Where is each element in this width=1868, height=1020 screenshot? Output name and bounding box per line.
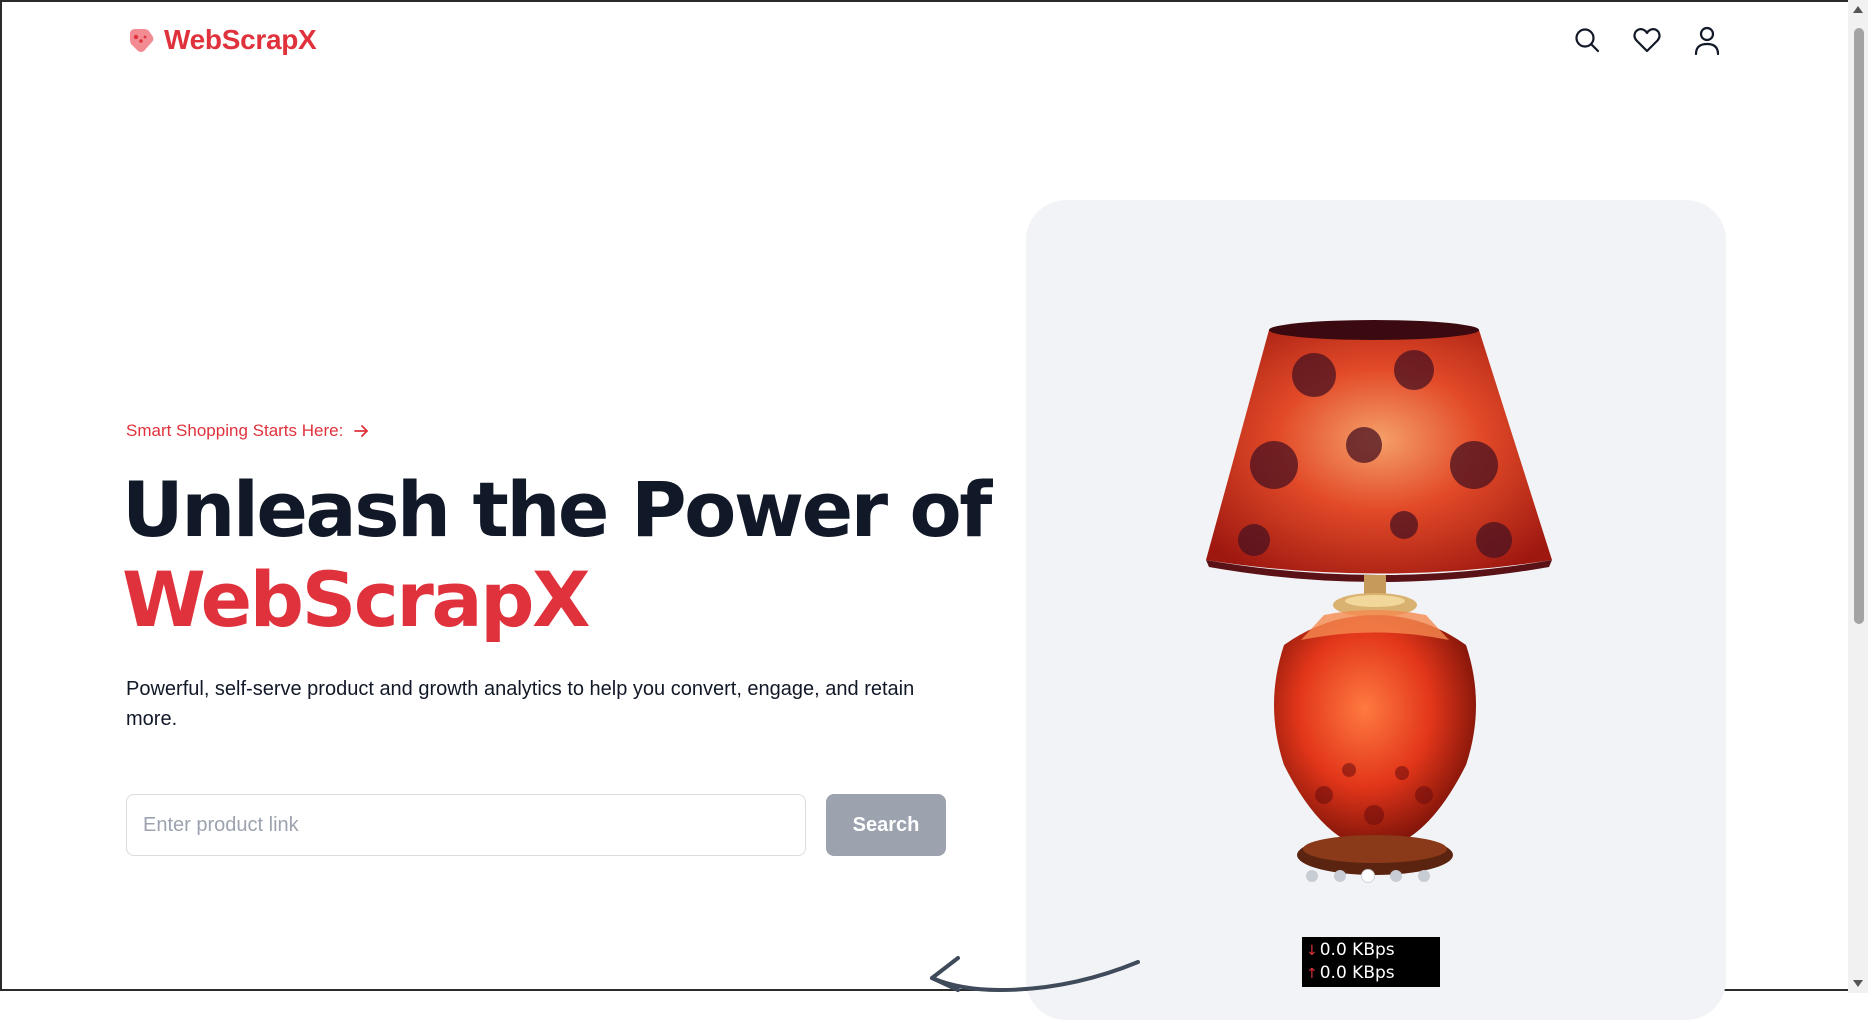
hero-subtitle: Powerful, self-serve product and growth …: [126, 678, 915, 730]
search-button[interactable]: Search: [826, 794, 946, 856]
lamp-product-image: [1206, 320, 1552, 875]
scroll-down-arrow-icon[interactable]: [1853, 980, 1863, 987]
carousel-dot[interactable]: [1418, 870, 1430, 882]
upload-arrow-icon: ↑: [1306, 966, 1318, 982]
brand-logo[interactable]: WebScrapX: [126, 24, 317, 56]
carousel-dot[interactable]: [1306, 870, 1318, 882]
hero-kicker[interactable]: Smart Shopping Starts Here:: [126, 421, 369, 441]
tag-icon: [130, 29, 154, 52]
arrow-right-icon: [354, 425, 369, 437]
vertical-scrollbar[interactable]: [1848, 0, 1868, 993]
download-speed: ↓ 0.0 KBps: [1306, 940, 1395, 960]
headline-line-1: Unleash the Power of: [122, 465, 992, 554]
carousel-dot-active[interactable]: [1362, 870, 1374, 882]
headline-brand: WebScrapX: [122, 555, 591, 644]
kicker-text: Smart Shopping Starts Here:: [126, 421, 344, 440]
heart-icon[interactable]: [1631, 24, 1663, 56]
upload-speed: ↑ 0.0 KBps: [1306, 963, 1395, 983]
product-carousel: [1026, 200, 1726, 1020]
product-link-input[interactable]: [126, 794, 806, 856]
scroll-up-arrow-icon[interactable]: [1853, 6, 1863, 13]
carousel-dot[interactable]: [1390, 870, 1402, 882]
carousel-dot[interactable]: [1334, 870, 1346, 882]
brand-name: WebScrapX: [164, 24, 317, 55]
network-speed-widget: ↓ 0.0 KBps ↑ 0.0 KBps: [1302, 937, 1440, 987]
carousel-indicators: [1306, 870, 1430, 882]
hero-headline: Unleash the Power of WebScrapX: [122, 465, 992, 645]
search-icon[interactable]: [1571, 24, 1603, 56]
download-arrow-icon: ↓: [1306, 943, 1318, 959]
scrollbar-thumb[interactable]: [1854, 28, 1864, 624]
user-icon[interactable]: [1691, 24, 1723, 56]
curved-arrow-icon: [930, 956, 1140, 992]
header-actions: [1571, 24, 1723, 56]
